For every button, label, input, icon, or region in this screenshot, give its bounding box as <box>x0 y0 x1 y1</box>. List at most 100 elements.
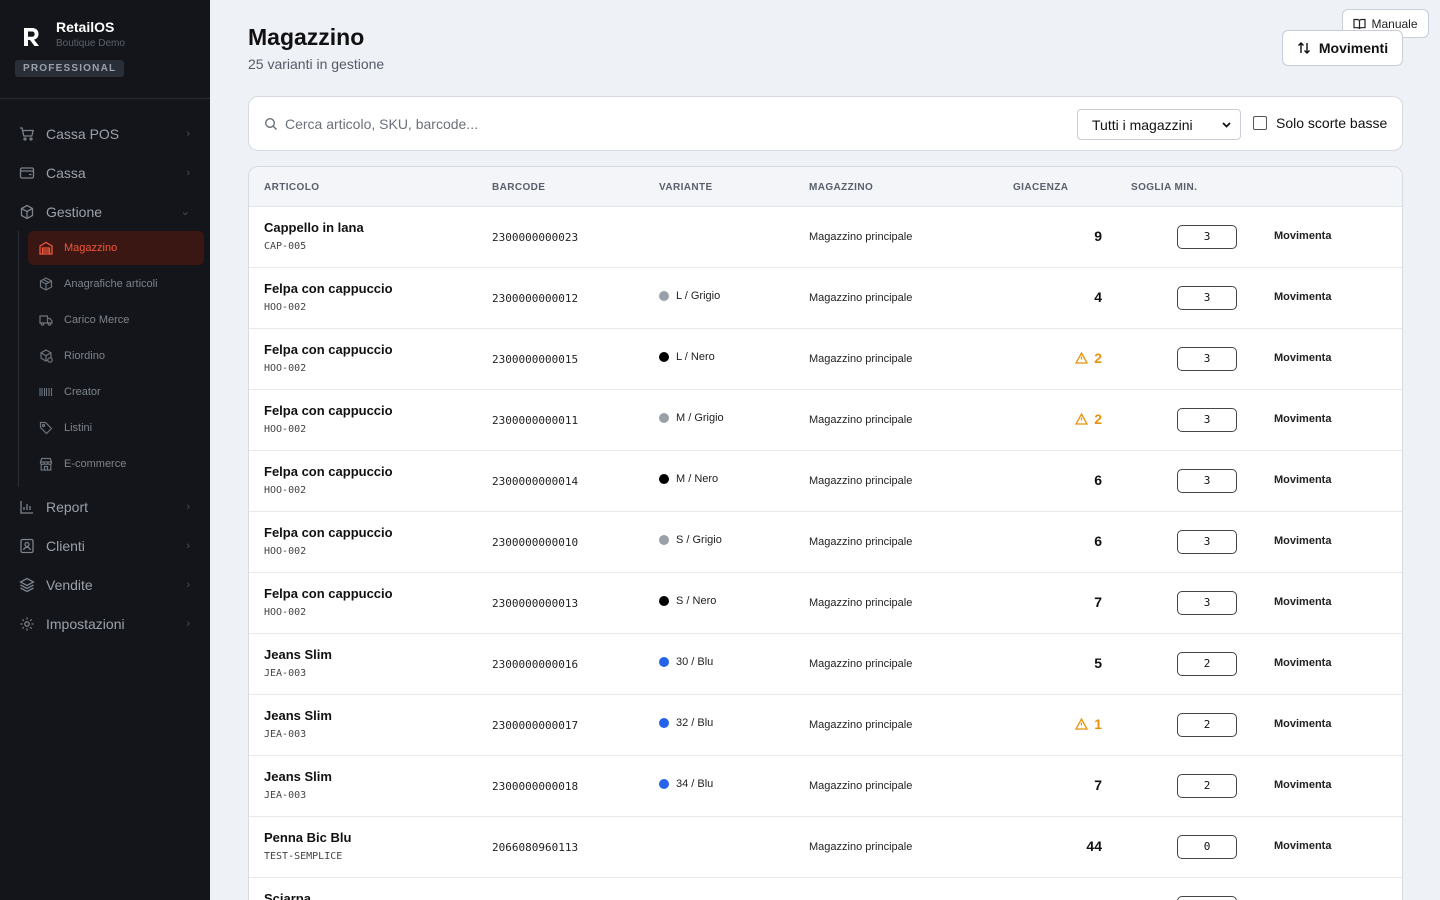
item-barcode: 2300000000023 <box>492 231 579 244</box>
item-sku: HOO-002 <box>264 546 307 557</box>
item-stock: 7 <box>1094 594 1102 610</box>
movements-button[interactable]: Movimenti <box>1282 30 1403 66</box>
plan-badge: PROFESSIONAL <box>15 60 125 77</box>
min-threshold-input[interactable]: 0 <box>1177 835 1237 859</box>
movimenta-button[interactable]: Movimenta <box>1274 596 1331 608</box>
stock-value: 4 <box>1094 289 1102 305</box>
item-barcode: 2066080960113 <box>492 841 579 854</box>
min-threshold-input[interactable]: 3 <box>1177 469 1237 493</box>
sidebar-item-label: Magazzino <box>64 242 118 254</box>
manual-button-label: Manuale <box>1371 16 1418 31</box>
movimenta-button[interactable]: Movimenta <box>1274 840 1331 852</box>
sidebar-item-label: Cassa <box>46 164 86 181</box>
chevron-right-icon: › <box>186 617 190 630</box>
low-stock-label[interactable]: Solo scorte basse <box>1276 115 1387 131</box>
item-sku: JEA-003 <box>264 668 307 679</box>
item-stock: 1 <box>1075 716 1102 732</box>
min-threshold-input[interactable]: 3 <box>1177 530 1237 554</box>
search-input[interactable] <box>285 111 985 137</box>
item-warehouse: Magazzino principale <box>809 414 913 426</box>
sidebar-item-label: E-commerce <box>64 458 127 470</box>
table-row: Felpa con cappuccio HOO-002 2300000000010 S… <box>249 512 1402 573</box>
min-threshold-input[interactable]: 2 <box>1177 774 1237 798</box>
table-row: Jeans Slim JEA-003 2300000000017 32 / Blu Ma… <box>249 695 1402 756</box>
chevron-right-icon: › <box>186 500 190 513</box>
item-warehouse: Magazzino principale <box>809 597 913 609</box>
variant-label: 34 / Blu <box>676 778 714 790</box>
min-threshold-input[interactable]: 2 <box>1177 713 1237 737</box>
movimenta-button[interactable]: Movimenta <box>1274 718 1331 730</box>
min-threshold-input[interactable] <box>1177 896 1237 900</box>
truck-icon <box>38 312 54 328</box>
inventory-table: ARTICOLO BARCODE VARIANTE MAGAZZINO GIAC… <box>248 166 1403 900</box>
sidebar-item-magazzino[interactable]: Magazzino <box>28 231 204 265</box>
sidebar-item-listini[interactable]: Listini <box>28 411 204 445</box>
item-warehouse: Magazzino principale <box>809 231 913 243</box>
min-threshold-input[interactable]: 2 <box>1177 652 1237 676</box>
item-warehouse: Magazzino principale <box>809 536 913 548</box>
item-variant: 34 / Blu <box>659 778 713 790</box>
item-sku: HOO-002 <box>264 302 307 313</box>
movimenta-button[interactable]: Movimenta <box>1274 413 1331 425</box>
sidebar-divider <box>0 98 210 99</box>
min-threshold-input[interactable]: 3 <box>1177 591 1237 615</box>
sidebar-item-label: Creator <box>64 386 101 398</box>
variant-color-dot <box>659 779 669 789</box>
movimenta-button[interactable]: Movimenta <box>1274 474 1331 486</box>
package-icon <box>38 276 54 292</box>
warning-icon <box>1075 413 1089 425</box>
sidebar-item-anagrafiche-articoli[interactable]: Anagrafiche articoli <box>28 267 204 301</box>
chart-icon <box>18 498 36 516</box>
sidebar-item-cassa-pos[interactable]: Cassa POS › <box>0 114 210 153</box>
register-icon <box>18 164 36 182</box>
item-variant: S / Grigio <box>659 534 722 546</box>
table-row: Jeans Slim JEA-003 2300000000016 30 / Blu Ma… <box>249 634 1402 695</box>
gestione-submenu: Magazzino Anagrafiche articoli Carico Me… <box>18 231 210 487</box>
store-icon <box>38 456 54 472</box>
item-barcode: 2300000000011 <box>492 414 579 427</box>
movimenta-button[interactable]: Movimenta <box>1274 230 1331 242</box>
layers-icon <box>18 576 36 594</box>
variant-color-dot <box>659 596 669 606</box>
sidebar-item-report[interactable]: Report › <box>0 487 210 526</box>
sidebar-item-gestione[interactable]: Gestione ⌄ <box>0 192 210 231</box>
item-sku: JEA-003 <box>264 729 307 740</box>
chevron-down-icon: ⌄ <box>180 206 190 218</box>
stock-value: 2 <box>1094 350 1102 366</box>
book-icon <box>1353 18 1367 30</box>
sidebar-item-impostazioni[interactable]: Impostazioni › <box>0 604 210 643</box>
item-stock: 44 <box>1086 838 1102 854</box>
chevron-right-icon: › <box>186 578 190 591</box>
warehouse-select[interactable]: Tutti i magazzini <box>1077 109 1241 140</box>
item-barcode: 2300000000013 <box>492 597 579 610</box>
column-header-barcode: BARCODE <box>492 182 546 193</box>
item-variant: L / Grigio <box>659 290 720 302</box>
item-sku: JEA-003 <box>264 790 307 801</box>
item-sku: HOO-002 <box>264 485 307 496</box>
min-threshold-input[interactable]: 3 <box>1177 225 1237 249</box>
movimenta-button[interactable]: Movimenta <box>1274 291 1331 303</box>
warehouse-icon <box>38 240 54 256</box>
movimenta-button[interactable]: Movimenta <box>1274 352 1331 364</box>
sidebar-item-vendite[interactable]: Vendite › <box>0 565 210 604</box>
movimenta-button[interactable]: Movimenta <box>1274 535 1331 547</box>
column-header-soglia-min: SOGLIA MIN. <box>1131 182 1198 193</box>
low-stock-checkbox[interactable] <box>1253 116 1267 130</box>
column-header-magazzino: MAGAZZINO <box>809 182 874 193</box>
sidebar-item-creator[interactable]: Creator <box>28 375 204 409</box>
movimenta-button[interactable]: Movimenta <box>1274 657 1331 669</box>
sidebar-item-riordino[interactable]: Riordino <box>28 339 204 373</box>
min-threshold-input[interactable]: 3 <box>1177 286 1237 310</box>
retailos-logo-icon <box>24 28 39 46</box>
item-warehouse: Magazzino principale <box>809 780 913 792</box>
sidebar-item-e-commerce[interactable]: E-commerce <box>28 447 204 481</box>
item-stock: 2 <box>1075 350 1102 366</box>
sidebar-item-cassa[interactable]: Cassa › <box>0 153 210 192</box>
min-threshold-input[interactable]: 3 <box>1177 347 1237 371</box>
item-barcode: 2300000000010 <box>492 536 579 549</box>
brand[interactable]: RetailOS Boutique Demo <box>20 18 125 49</box>
sidebar-item-carico-merce[interactable]: Carico Merce <box>28 303 204 337</box>
min-threshold-input[interactable]: 3 <box>1177 408 1237 432</box>
sidebar-item-clienti[interactable]: Clienti › <box>0 526 210 565</box>
movimenta-button[interactable]: Movimenta <box>1274 779 1331 791</box>
